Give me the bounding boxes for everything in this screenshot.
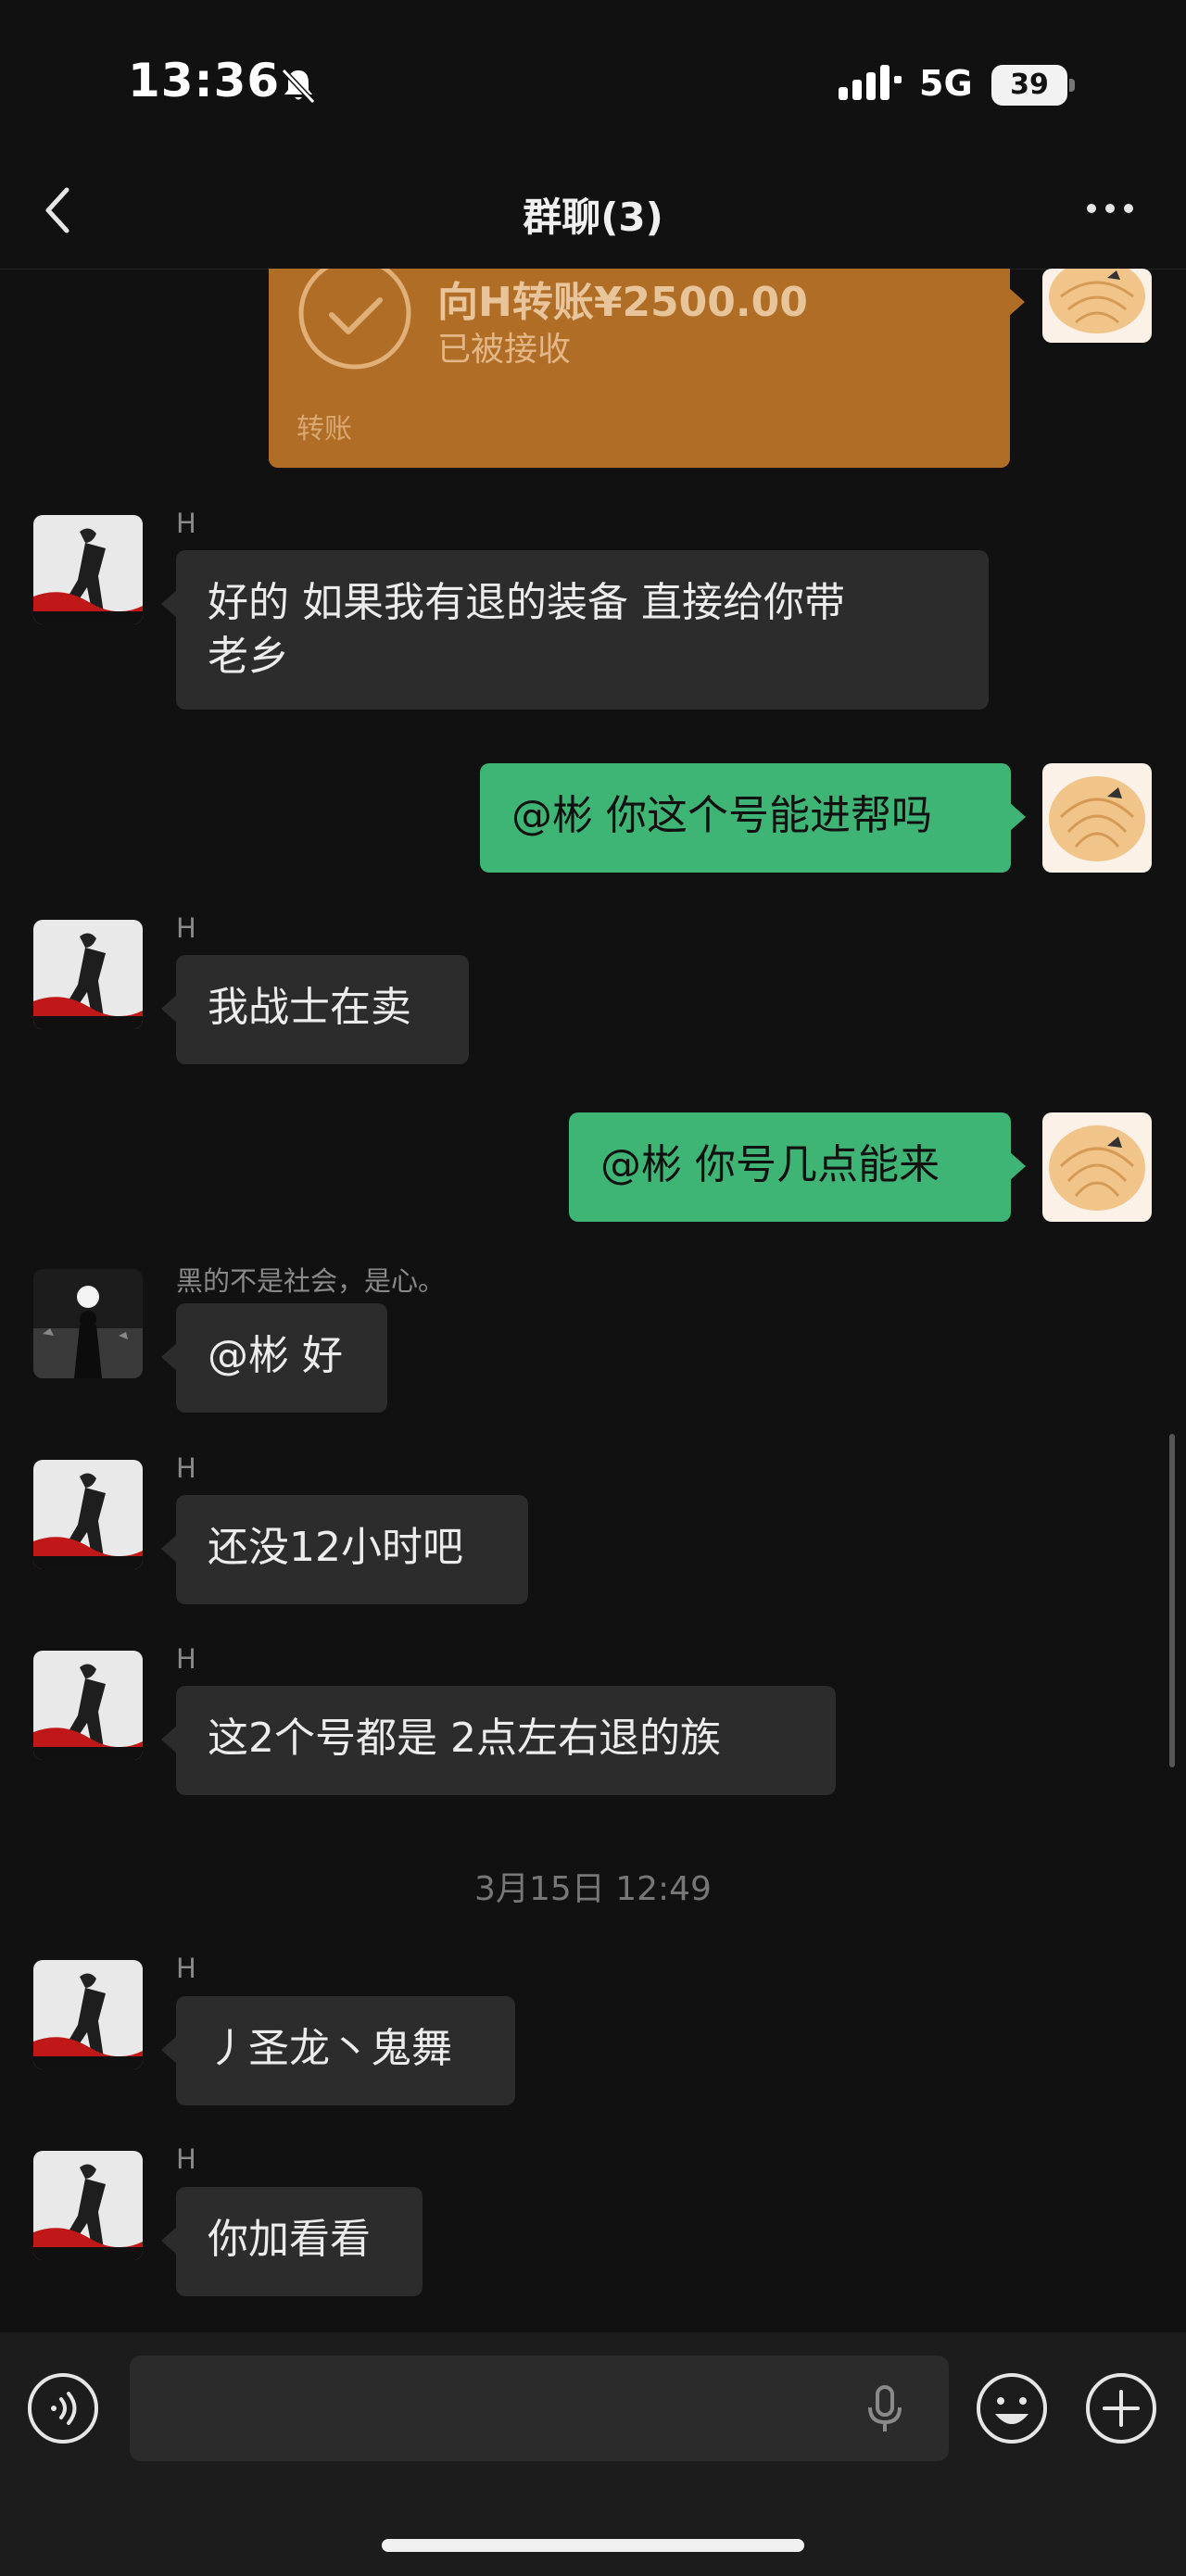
member-avatar[interactable] <box>33 1460 143 1569</box>
more-options-icon[interactable] <box>1082 190 1138 227</box>
silent-bell-icon <box>281 68 316 105</box>
scroll-indicator[interactable] <box>1169 1434 1175 1767</box>
member-avatar[interactable] <box>33 2151 143 2260</box>
message-bubble[interactable]: 丿圣龙丶鬼舞 <box>161 1996 515 2105</box>
transfer-status: 已被接收 <box>437 331 572 369</box>
message-input[interactable] <box>130 2356 949 2461</box>
member-avatar[interactable] <box>33 1651 143 1760</box>
message-bubble[interactable]: 这2个号都是 2点左右退的族 <box>161 1686 836 1795</box>
sender-name: 黑的不是社会，是心。 <box>176 1265 446 1297</box>
member-avatar[interactable] <box>33 515 143 624</box>
member-avatar[interactable] <box>33 1269 143 1378</box>
input-bar <box>0 2332 1186 2576</box>
home-indicator[interactable] <box>382 2539 804 2552</box>
message-bubble[interactable]: @彬 你这个号能进帮吗 <box>480 763 1026 873</box>
emoji-icon[interactable] <box>975 2371 1049 2445</box>
add-icon[interactable] <box>1084 2371 1158 2445</box>
status-bar: 13:36 5G 39 <box>0 0 1186 176</box>
check-circle-icon <box>298 269 411 370</box>
message-bubble[interactable]: 还没12小时吧 <box>161 1495 528 1604</box>
sender-name: H <box>176 1452 196 1484</box>
network-type: 5G <box>919 63 973 104</box>
sender-name: H <box>176 912 196 944</box>
microphone-icon[interactable] <box>862 2381 908 2437</box>
sender-name: H <box>176 508 196 539</box>
member-avatar[interactable] <box>33 1960 143 2069</box>
transfer-amount: 向H转账¥2500.00 <box>437 279 808 326</box>
self-avatar[interactable] <box>1042 269 1152 343</box>
chat-title: 群聊(3) <box>523 195 663 240</box>
chat-timestamp: 3月15日 12:49 <box>474 1870 712 1908</box>
transfer-label: 转账 <box>296 413 352 446</box>
self-avatar[interactable] <box>1042 763 1152 873</box>
transfer-card[interactable]: 向H转账¥2500.00 已被接收 转账 <box>269 269 1025 468</box>
battery-level: 39 <box>1010 69 1049 101</box>
message-bubble[interactable]: 我战士在卖 <box>161 955 469 1064</box>
member-avatar[interactable] <box>33 920 143 1029</box>
status-time: 13:36 <box>128 54 281 107</box>
message-bubble[interactable]: 你加看看 <box>161 2187 423 2296</box>
voice-mode-icon[interactable] <box>26 2371 100 2445</box>
sender-name: H <box>176 1643 196 1675</box>
sender-name: H <box>176 1953 196 1984</box>
battery-icon: 39 <box>991 65 1075 106</box>
sender-name: H <box>176 2143 196 2175</box>
message-bubble[interactable]: 好的 如果我有退的装备 直接给你带 老乡 <box>161 550 989 710</box>
message-bubble[interactable]: @彬 你号几点能来 <box>569 1112 1026 1222</box>
signal-icon <box>839 65 902 100</box>
message-bubble[interactable]: @彬 好 <box>161 1303 387 1413</box>
chat-header: 群聊(3) <box>0 162 1186 270</box>
self-avatar[interactable] <box>1042 1112 1152 1222</box>
